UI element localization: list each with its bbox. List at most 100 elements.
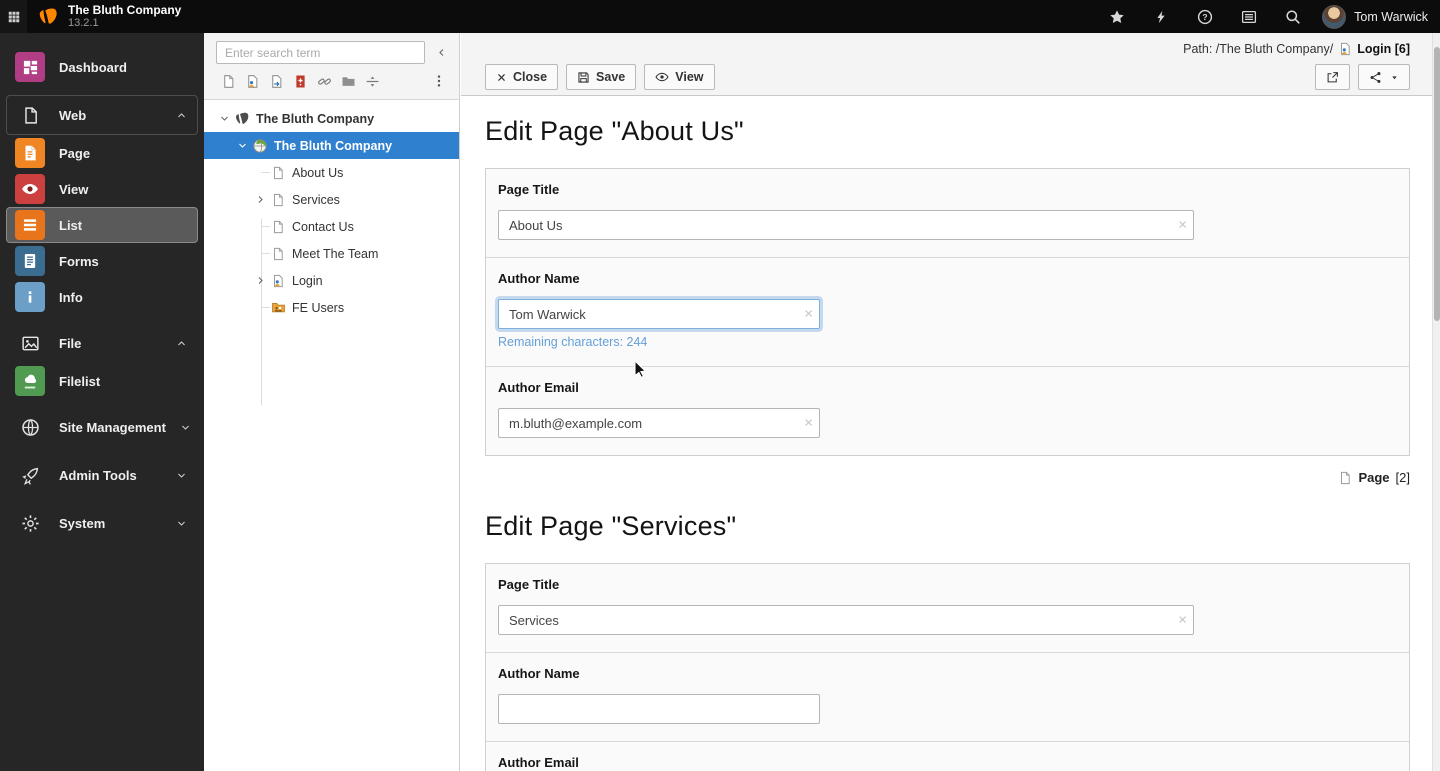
tree-node-label: The Bluth Company: [256, 111, 375, 126]
tree-node-meet-the-team[interactable]: Meet The Team: [204, 240, 459, 267]
forms-module-icon: [15, 246, 45, 276]
tree-node-the-bluth-company[interactable]: The Bluth Company: [204, 132, 459, 159]
tree-node-fe-users[interactable]: FE Users: [204, 294, 459, 321]
new-link-icon: [317, 74, 332, 89]
sidebar-item-page[interactable]: Page: [6, 135, 198, 171]
sidebar-item-label: Dashboard: [59, 59, 127, 75]
save-button[interactable]: Save: [566, 64, 637, 90]
close-x-icon: [496, 72, 507, 83]
clear-icon[interactable]: ×: [804, 307, 813, 322]
chevron-down-icon[interactable]: [234, 140, 250, 151]
scrollbar-thumb[interactable]: [1434, 47, 1440, 321]
bolt-button[interactable]: [1146, 4, 1176, 30]
sidebar-item-view[interactable]: View: [6, 171, 198, 207]
sidebar-item-admin-tools[interactable]: Admin Tools: [6, 455, 198, 495]
external-link-button[interactable]: [1315, 64, 1350, 90]
topbar-icons: ?: [1102, 4, 1308, 30]
sidebar-item-label: Filelist: [59, 373, 101, 389]
share-button[interactable]: [1358, 64, 1410, 90]
tree-node-label: Contact Us: [292, 219, 354, 234]
tree-connector-tick: [261, 172, 270, 173]
filelist-module-icon: [15, 366, 45, 396]
help-button[interactable]: ?: [1190, 4, 1220, 30]
sidebar-item-system[interactable]: System: [6, 503, 198, 543]
star-button[interactable]: [1102, 4, 1132, 30]
collapse-tree-button[interactable]: [431, 42, 451, 64]
tree-node-the-bluth-company[interactable]: The Bluth Company: [204, 105, 459, 132]
tree-search-input[interactable]: [216, 41, 425, 64]
help-icon: ?: [1197, 9, 1213, 25]
new-link-button[interactable]: [312, 71, 336, 91]
vertical-scrollbar[interactable]: [1432, 33, 1440, 771]
sidebar-item-label: Forms: [59, 253, 99, 269]
sidebar-item-list[interactable]: List: [6, 207, 198, 243]
field-label: Page Title: [498, 182, 560, 197]
new-page-button[interactable]: [216, 71, 240, 91]
page-tree: The Bluth Company The Bluth Company Abou…: [204, 100, 459, 405]
user-name: Tom Warwick: [1354, 9, 1428, 24]
chevron-left-icon: [436, 47, 447, 58]
search-button[interactable]: [1278, 4, 1308, 30]
tree-node-login[interactable]: Login: [204, 267, 459, 294]
search-icon: [1285, 9, 1301, 25]
chevron-right-icon[interactable]: [252, 275, 268, 286]
sidebar-item-forms[interactable]: Forms: [6, 243, 198, 279]
record-type: Page: [1358, 470, 1390, 485]
field-label: Author Email: [498, 755, 579, 770]
new-folder-button[interactable]: [336, 71, 360, 91]
sidebar-item-label: Info: [59, 289, 83, 305]
new-page-red-button[interactable]: [288, 71, 312, 91]
chevron-right-icon[interactable]: [252, 194, 268, 205]
field-author-name: Author Name × Remaining characters: 244: [486, 257, 1409, 366]
site-name: The Bluth Company: [68, 3, 182, 17]
doc-header-buttons: Close Save View: [485, 64, 715, 90]
clear-icon[interactable]: ×: [804, 416, 813, 431]
sidebar-item-dashboard[interactable]: Dashboard: [6, 47, 198, 87]
author-name-input[interactable]: [498, 694, 820, 724]
sidebar-item-label: Admin Tools: [59, 467, 137, 483]
new-folder-icon: [341, 74, 356, 89]
module-menu-toggle-button[interactable]: [0, 0, 27, 33]
doc-header: Path: /The Bluth Company/ Login [6] Clos…: [461, 33, 1432, 96]
tree-node-services[interactable]: Services: [204, 186, 459, 213]
tree-connector-tick: [261, 253, 270, 254]
new-divider-button[interactable]: [360, 71, 384, 91]
record-uid: [2]: [1395, 470, 1410, 485]
clear-icon[interactable]: ×: [1178, 218, 1187, 233]
author-name-input[interactable]: [498, 299, 820, 329]
clear-icon[interactable]: ×: [1178, 613, 1187, 628]
sidebar-item-filelist[interactable]: Filelist: [6, 363, 198, 399]
button-label: View: [675, 70, 704, 84]
chevron-down-icon[interactable]: [216, 113, 232, 124]
page-title-input[interactable]: [498, 605, 1194, 635]
app-logo[interactable]: The Bluth Company 13.2.1: [27, 4, 204, 29]
page-tree-toolbar-area: [204, 33, 459, 100]
page-title-input[interactable]: [498, 210, 1194, 240]
sidebar-item-web[interactable]: Web: [6, 95, 198, 135]
tree-connector-tick: [261, 226, 270, 227]
tree-node-about-us[interactable]: About Us: [204, 159, 459, 186]
tree-node-contact-us[interactable]: Contact Us: [204, 213, 459, 240]
content-area: Path: /The Bluth Company/ Login [6] Clos…: [461, 33, 1432, 771]
dashboard-icon: [15, 52, 45, 82]
new-divider-icon: [365, 74, 380, 89]
tree-menu-button[interactable]: [427, 71, 451, 91]
breadcrumb: Path: /The Bluth Company/ Login [6]: [485, 37, 1410, 61]
globe-icon: [15, 412, 45, 442]
field-label: Author Name: [498, 271, 580, 286]
sidebar-item-file[interactable]: File: [6, 323, 198, 363]
new-page-user-button[interactable]: [240, 71, 264, 91]
view-button[interactable]: View: [644, 64, 715, 90]
sidebar-item-site-management[interactable]: Site Management: [6, 407, 198, 447]
field-author-email: Author Email: [486, 741, 1409, 771]
author-email-input[interactable]: [498, 408, 820, 438]
tree-node-label: Services: [292, 192, 340, 207]
save-icon: [577, 71, 590, 84]
user-menu[interactable]: Tom Warwick: [1322, 4, 1428, 29]
sidebar-item-label: System: [59, 515, 106, 531]
list-alt-button[interactable]: [1234, 4, 1264, 30]
sidebar-item-info[interactable]: Info: [6, 279, 198, 315]
close-button[interactable]: Close: [485, 64, 559, 90]
new-shortcut-button[interactable]: [264, 71, 288, 91]
list-alt-icon: [1241, 9, 1257, 25]
